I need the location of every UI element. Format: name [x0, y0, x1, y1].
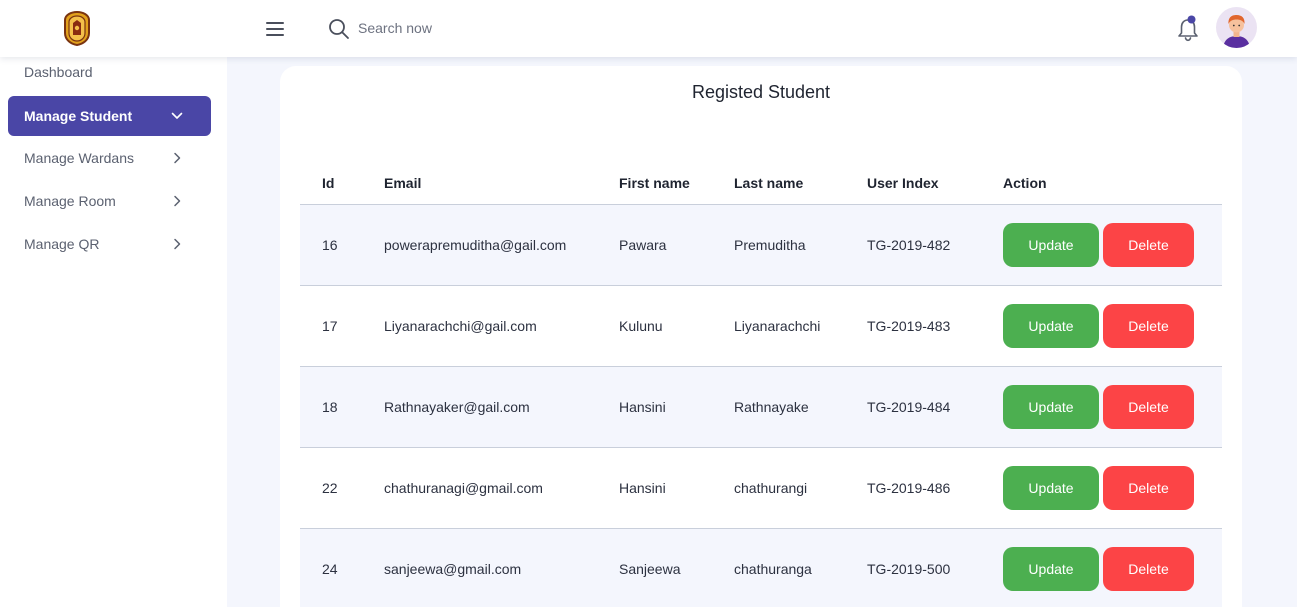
cell-last-name: Premuditha — [734, 237, 806, 253]
avatar[interactable] — [1216, 7, 1257, 48]
cell-last-name: chathurangi — [734, 480, 808, 496]
sidebar-item-manage-room[interactable]: Manage Room — [8, 181, 211, 221]
table-row: 18 Rathnayaker@gail.com Hansini Rathnaya… — [300, 367, 1222, 448]
top-header — [0, 0, 1297, 57]
bell-icon[interactable] — [1176, 14, 1200, 42]
cell-user-index: TG-2019-500 — [867, 561, 951, 577]
sidebar-item-label: Manage Wardans — [24, 150, 134, 166]
update-button[interactable]: Update — [1003, 466, 1099, 510]
cell-user-index: TG-2019-484 — [867, 399, 951, 415]
update-button[interactable]: Update — [1003, 385, 1099, 429]
cell-id: 24 — [322, 561, 338, 577]
cell-first-name: Kulunu — [619, 318, 663, 334]
menu-toggle-button[interactable] — [264, 19, 286, 39]
menu-icon-bar — [266, 28, 284, 30]
cell-user-index: TG-2019-482 — [867, 237, 951, 253]
cell-first-name: Pawara — [619, 237, 667, 253]
menu-icon-bar — [266, 34, 284, 36]
notification-dot — [1187, 15, 1196, 24]
cell-first-name: Hansini — [619, 399, 666, 415]
delete-button[interactable]: Delete — [1103, 547, 1194, 591]
cell-email: powerapremuditha@gail.com — [384, 237, 567, 253]
delete-button[interactable]: Delete — [1103, 223, 1194, 267]
table-header: Id Email First name Last name User Index… — [300, 162, 1222, 205]
cell-user-index: TG-2019-483 — [867, 318, 951, 334]
delete-button[interactable]: Delete — [1103, 385, 1194, 429]
cell-last-name: chathuranga — [734, 561, 812, 577]
cell-first-name: Sanjeewa — [619, 561, 681, 577]
cell-id: 18 — [322, 399, 338, 415]
update-button[interactable]: Update — [1003, 304, 1099, 348]
cell-last-name: Liyanarachchi — [734, 318, 821, 334]
menu-icon-bar — [266, 22, 284, 24]
column-header-id: Id — [322, 175, 335, 191]
sidebar-item-label: Manage Room — [24, 193, 116, 209]
page-title: Registed Student — [691, 82, 831, 102]
sidebar-item-manage-wardans[interactable]: Manage Wardans — [8, 138, 211, 178]
table-row: 22 chathuranagi@gmail.com Hansini chathu… — [300, 448, 1222, 529]
update-button[interactable]: Update — [1003, 547, 1099, 591]
cell-id: 17 — [322, 318, 338, 334]
cell-last-name: Rathnayake — [734, 399, 809, 415]
chevron-right-icon — [174, 238, 181, 250]
cell-email: Rathnayaker@gail.com — [384, 399, 530, 415]
cell-email: Liyanarachchi@gail.com — [384, 318, 537, 334]
column-header-last-name: Last name — [734, 175, 804, 191]
column-header-first-name: First name — [619, 175, 690, 191]
sidebar-item-manage-qr[interactable]: Manage QR — [8, 224, 211, 264]
sidebar-item-label: Manage QR — [24, 236, 100, 252]
cell-first-name: Hansini — [619, 480, 666, 496]
update-button[interactable]: Update — [1003, 223, 1099, 267]
table-row: 16 powerapremuditha@gail.com Pawara Prem… — [300, 205, 1222, 286]
cell-id: 16 — [322, 237, 338, 253]
delete-button[interactable]: Delete — [1103, 304, 1194, 348]
sidebar-item-dashboard[interactable]: Dashboard — [8, 52, 211, 92]
sidebar-item-manage-student[interactable]: Manage Student — [8, 96, 211, 136]
column-header-email: Email — [384, 175, 422, 191]
chevron-right-icon — [174, 152, 181, 164]
delete-button[interactable]: Delete — [1103, 466, 1194, 510]
students-card: Registed Student Id Email First name Las… — [280, 66, 1242, 607]
cell-user-index: TG-2019-486 — [867, 480, 951, 496]
search-icon[interactable] — [328, 18, 350, 40]
cell-id: 22 — [322, 480, 338, 496]
search-input[interactable] — [358, 16, 658, 40]
sidebar-item-label: Dashboard — [24, 64, 93, 80]
cell-email: chathuranagi@gmail.com — [384, 480, 543, 496]
column-header-user-index: User Index — [867, 175, 939, 191]
logo[interactable] — [63, 11, 91, 46]
table-row: 24 sanjeewa@gmail.com Sanjeewa chathuran… — [300, 529, 1222, 607]
column-header-action: Action — [1003, 175, 1047, 191]
table-row: 17 Liyanarachchi@gail.com Kulunu Liyanar… — [300, 286, 1222, 367]
sidebar-item-label: Manage Student — [24, 108, 133, 124]
cell-email: sanjeewa@gmail.com — [384, 561, 522, 577]
chevron-down-icon — [171, 112, 183, 119]
chevron-right-icon — [174, 195, 181, 207]
sidebar: Dashboard Manage Student Manage Wardans … — [0, 57, 227, 607]
avatar-icon — [1223, 15, 1250, 48]
